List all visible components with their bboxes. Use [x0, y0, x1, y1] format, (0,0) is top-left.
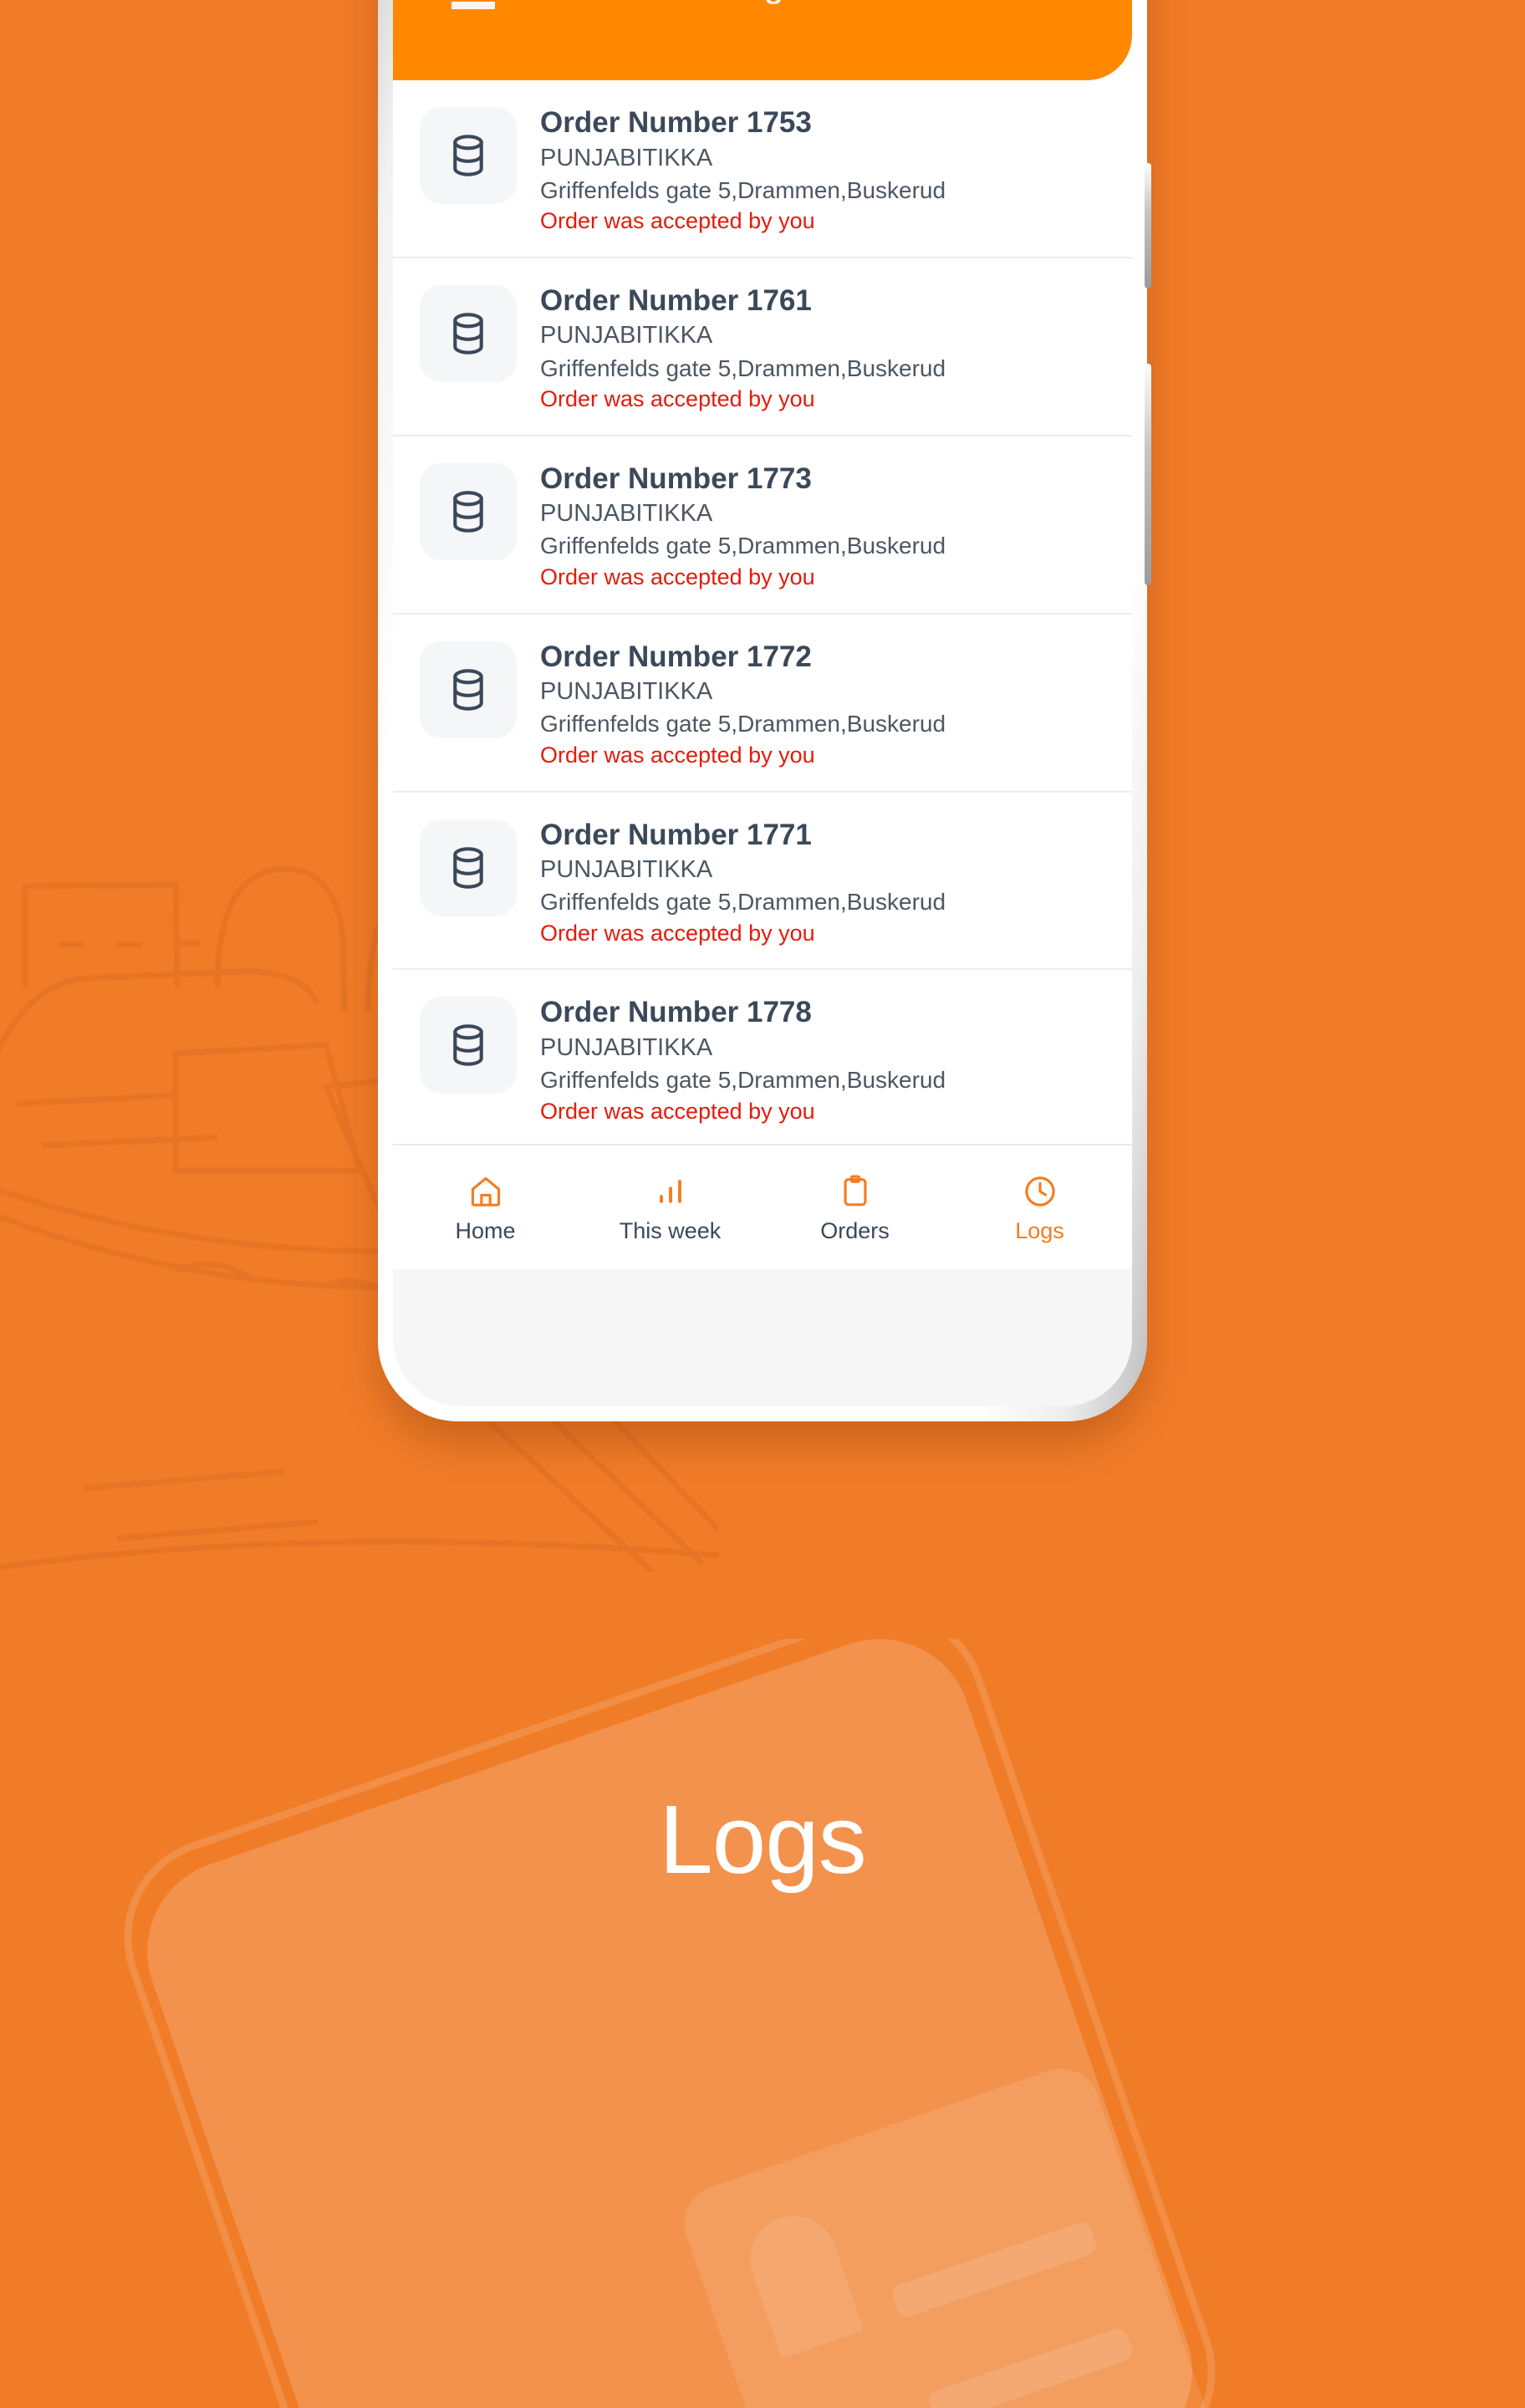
status-text: Order was accepted by you	[540, 564, 815, 590]
status-text: Order was accepted by you	[540, 208, 815, 234]
phone-power-button[interactable]	[1145, 364, 1151, 585]
merchant-address: Griffenfelds gate 5,Drammen,Buskerud	[540, 711, 946, 737]
nav-label: Logs	[1015, 1217, 1064, 1243]
merchant-address: Griffenfelds gate 5,Drammen,Buskerud	[540, 533, 946, 559]
list-item[interactable]: Order Number 1772 PUNJABITIKKA Griffenfe…	[393, 614, 1132, 793]
merchant-name: PUNJABITIKKA	[540, 500, 713, 528]
home-icon	[467, 1173, 504, 1210]
phone-bezel: Logs Order Number 1753	[393, 0, 1132, 1406]
nav-label: This week	[619, 1217, 722, 1243]
status-text: Order was accepted by you	[540, 920, 815, 946]
list-item[interactable]: Order Number 1771 PUNJABITIKKA Griffenfe…	[393, 792, 1132, 971]
hero-document-tab	[738, 2204, 865, 2360]
merchant-name: PUNJABITIKKA	[540, 322, 713, 349]
list-item-text: Order Number 1761 PUNJABITIKKA Griffenfe…	[540, 280, 946, 415]
phone-volume-button[interactable]	[1145, 163, 1151, 288]
list-item[interactable]: Order Number 1753 PUNJABITIKKA Griffenfe…	[393, 80, 1132, 258]
hero-branding-section: Logs	[0, 1639, 1525, 2408]
hero-card-fill	[122, 1639, 1238, 2408]
merchant-name: PUNJABITIKKA	[540, 856, 713, 883]
merchant-name: PUNJABITIKKA	[540, 678, 713, 706]
nav-item-logs[interactable]: Logs	[947, 1173, 1132, 1242]
screen-scroll-area[interactable]: Logs Order Number 1753	[393, 0, 1132, 1145]
database-icon	[420, 640, 517, 738]
database-icon	[420, 462, 517, 560]
database-icon	[420, 997, 517, 1094]
hero-document-line	[890, 2220, 1099, 2320]
list-item[interactable]: Order Number 1773 PUNJABITIKKA Griffenfe…	[393, 436, 1132, 615]
list-item-text: Order Number 1771 PUNJABITIKKA Griffenfe…	[540, 814, 946, 949]
merchant-address: Griffenfelds gate 5,Drammen,Buskerud	[540, 889, 946, 916]
list-item-text: Order Number 1773 PUNJABITIKKA Griffenfe…	[540, 458, 946, 593]
order-number: Order Number 1761	[540, 283, 812, 317]
hamburger-menu-icon[interactable]	[451, 0, 495, 9]
list-item[interactable]: Order Number 1761 PUNJABITIKKA Griffenfe…	[393, 258, 1132, 436]
nav-item-home[interactable]: Home	[393, 1173, 578, 1242]
nav-item-this-week[interactable]: This week	[578, 1173, 762, 1242]
phone-mockup: Logs Order Number 1753	[378, 0, 1151, 1421]
nav-label: Home	[455, 1217, 516, 1243]
merchant-address: Griffenfelds gate 5,Drammen,Buskerud	[540, 176, 946, 203]
merchant-name: PUNJABITIKKA	[540, 144, 713, 171]
database-icon	[420, 284, 517, 382]
logs-list: Order Number 1753 PUNJABITIKKA Griffenfe…	[393, 80, 1132, 1145]
hero-document-line	[926, 2325, 1135, 2408]
app-header: Logs	[393, 0, 1132, 80]
list-item-text: Order Number 1778 PUNJABITIKKA Griffenfe…	[540, 992, 946, 1126]
list-item-text: Order Number 1772 PUNJABITIKKA Griffenfe…	[540, 636, 946, 771]
order-number: Order Number 1772	[540, 640, 812, 673]
hero-title: Logs	[659, 1785, 867, 1894]
bottom-navigation: Home This week Orders Logs	[393, 1144, 1132, 1269]
bar-chart-icon	[652, 1173, 689, 1210]
list-item[interactable]: Order Number 1778 PUNJABITIKKA Griffenfe…	[393, 970, 1132, 1145]
list-item-text: Order Number 1753 PUNJABITIKKA Griffenfe…	[540, 102, 946, 237]
clock-icon	[1022, 1173, 1058, 1210]
merchant-address: Griffenfelds gate 5,Drammen,Buskerud	[540, 1067, 946, 1094]
nav-item-orders[interactable]: Orders	[762, 1173, 947, 1242]
order-number: Order Number 1773	[540, 462, 812, 495]
merchant-address: Griffenfelds gate 5,Drammen,Buskerud	[540, 355, 946, 381]
order-number: Order Number 1753	[540, 106, 812, 139]
merchant-name: PUNJABITIKKA	[540, 1033, 713, 1061]
status-text: Order was accepted by you	[540, 386, 815, 412]
status-text: Order was accepted by you	[540, 1098, 815, 1124]
page-title: Logs	[393, 0, 1132, 6]
nav-label: Orders	[820, 1217, 890, 1243]
order-number: Order Number 1771	[540, 818, 812, 851]
status-text: Order was accepted by you	[540, 742, 815, 768]
app-screen: Logs Order Number 1753	[393, 0, 1132, 1269]
database-icon	[420, 107, 517, 204]
clipboard-icon	[837, 1173, 874, 1210]
order-number: Order Number 1778	[540, 996, 812, 1029]
database-icon	[420, 819, 517, 916]
